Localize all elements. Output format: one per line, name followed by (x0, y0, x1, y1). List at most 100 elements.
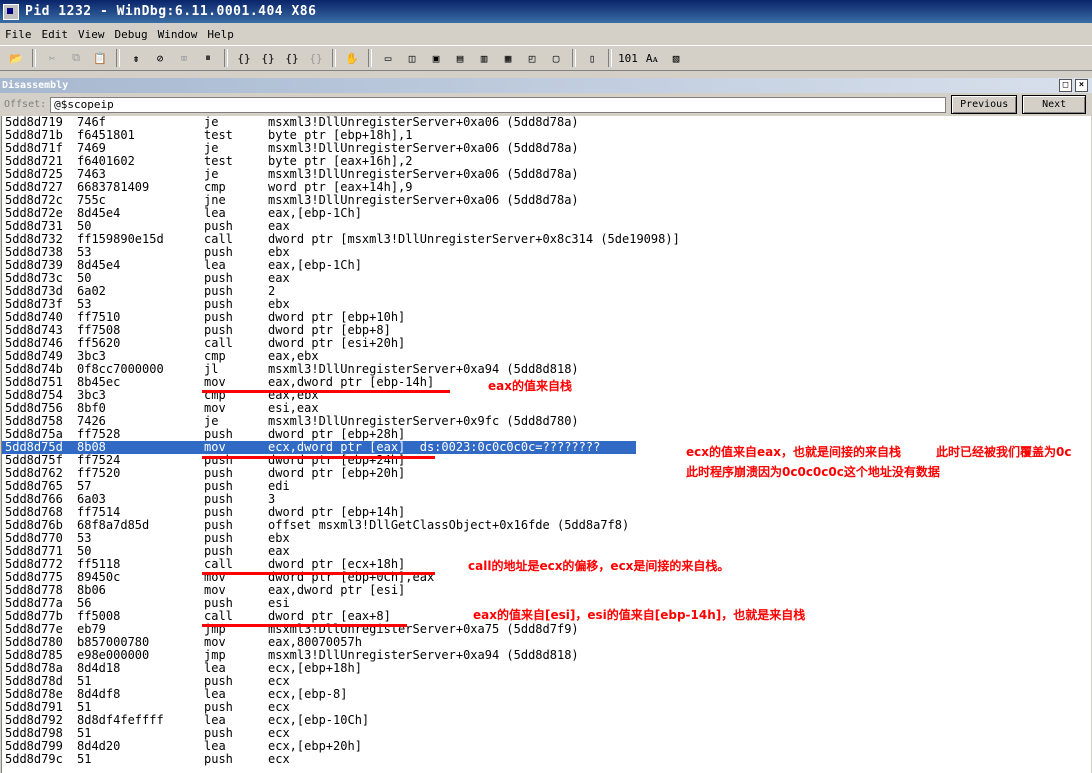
disassembly-line[interactable]: 5dd8d78e 8d4df8 lea ecx,[ebp-8] (2, 688, 1091, 701)
menu-help[interactable]: Help (202, 28, 239, 41)
disassembly-line[interactable]: 5dd8d740 ff7510 push dword ptr [ebp+10h] (2, 311, 1091, 324)
menu-window[interactable]: Window (153, 28, 203, 41)
menu-edit[interactable]: Edit (37, 28, 74, 41)
binary-icon[interactable]: 101 (618, 49, 638, 67)
disassembly-line[interactable]: 5dd8d799 8d4d20 lea ecx,[ebp+20h] (2, 740, 1091, 753)
annotation-note: ecx的值来自eax，也就是间接的来自栈 (686, 445, 901, 459)
options-icon[interactable]: ▧ (666, 49, 686, 67)
disassembly-line[interactable]: 5dd8d79c 51 push ecx (2, 753, 1091, 766)
operands-cell: dword ptr [msxml3!DllUnregisterServer+0x… (268, 232, 680, 246)
menu-bar: File Edit View Debug Window Help (0, 24, 1092, 44)
font-icon[interactable]: Aᴀ (642, 49, 662, 67)
disassembly-line[interactable]: 5dd8d792 8d8df4feffff lea ecx,[ebp-10Ch] (2, 714, 1091, 727)
call-stack-icon[interactable]: ▦ (498, 49, 518, 67)
operands-cell: offset msxml3!DllGetClassObject+0x16fde … (268, 518, 630, 532)
disassembly-line[interactable]: 5dd8d73d 6a02 push 2 (2, 285, 1091, 298)
disassembly-line[interactable]: 5dd8d78a 8d4d18 lea ecx,[ebp+18h] (2, 662, 1091, 675)
registers-icon[interactable]: ▤ (450, 49, 470, 67)
red-underline (202, 572, 435, 575)
annotation-note: 此时程序崩溃因为0c0c0c0c这个地址没有数据 (686, 465, 940, 479)
disassembly-line[interactable]: 5dd8d738 53 push ebx (2, 246, 1091, 259)
stop-debugging-icon[interactable]: ⊘ (150, 49, 170, 67)
disassembly-listing[interactable]: 5dd8d719 746f je msxml3!DllUnregisterServer… (1, 116, 1091, 773)
disassembly-line[interactable]: 5dd8d765 57 push edi (2, 480, 1091, 493)
disassembly-line[interactable]: 5dd8d770 53 push ebx (2, 532, 1091, 545)
toolbar-separator (368, 49, 372, 67)
hand-icon[interactable]: ✋ (342, 49, 362, 67)
disassembly-line[interactable]: 5dd8d732 ff159890e15d call dword ptr [msxml… (2, 233, 1091, 246)
menu-debug[interactable]: Debug (110, 28, 153, 41)
window-title: Pid 1232 - WinDbg:6.11.0001.404 X86 (25, 4, 317, 19)
toolbar-separator (332, 49, 336, 67)
detach-icon[interactable]: ⌧ (174, 49, 194, 67)
locals-icon[interactable]: ▣ (426, 49, 446, 67)
red-underline (202, 456, 435, 459)
cut-icon[interactable]: ✂ (42, 49, 62, 67)
disassembly-line[interactable]: 5dd8d739 8d45e4 lea eax,[ebp-1Ch] (2, 259, 1091, 272)
disassembly-line[interactable]: 5dd8d77e eb79 jmp msxml3!DllUnregisterServe… (2, 623, 1091, 636)
disassembly-line[interactable]: 5dd8d758 7426 je msxml3!DllUnregisterServer… (2, 415, 1091, 428)
mnemonic-cell: push (204, 752, 233, 766)
open-icon[interactable]: 📂 (6, 49, 26, 67)
disassembly-line[interactable]: 5dd8d72c 755c jne msxml3!DllUnregisterServe… (2, 194, 1091, 207)
title-bar: Pid 1232 - WinDbg:6.11.0001.404 X86 (0, 0, 1092, 23)
next-button[interactable]: Next (1022, 95, 1087, 114)
disassembly-line[interactable]: 5dd8d719 746f je msxml3!DllUnregisterServer… (2, 116, 1091, 129)
pane-float-icon[interactable]: □ (1059, 79, 1072, 92)
offset-bar: Offset: @$scopeip Previous Next (0, 94, 1092, 115)
red-underline (202, 624, 407, 627)
disassembly-line[interactable]: 5dd8d73c 50 push eax (2, 272, 1091, 285)
disassembly-line[interactable]: 5dd8d71f 7469 je msxml3!DllUnregisterServer… (2, 142, 1091, 155)
disassembly-line[interactable]: 5dd8d746 ff5620 call dword ptr [esi+20h] (2, 337, 1091, 350)
copy-icon[interactable]: ⧉ (66, 49, 86, 67)
disassembly-line[interactable]: 5dd8d791 51 push ecx (2, 701, 1091, 714)
operands-cell: ecx (268, 752, 290, 766)
annotation-note: call的地址是ecx的偏移，ecx是间接的来自栈。 (468, 559, 730, 573)
paste-icon[interactable]: 📋 (90, 49, 110, 67)
source-mode-icon[interactable]: ▯ (582, 49, 602, 67)
run-to-cursor-icon[interactable]: {} (306, 49, 326, 67)
toolbar: 📂 ✂ ⧉ 📋 ⇟ ⊘ ⌧ ⏸{}{}{}{} ✋ ▭ ◫ ▣ ▤ ▥ ▦ ◰ ▢ ▯ 101 Aᴀ ▧ (0, 45, 1092, 71)
toolbar-separator (32, 49, 36, 67)
selected-disassembly-line[interactable]: 5dd8d75d 8b08 mov ecx,dword ptr [eax] ds:00… (2, 441, 1091, 454)
pane-title: Disassembly (2, 80, 69, 91)
toolbar-separator (572, 49, 576, 67)
menu-file[interactable]: File (0, 28, 37, 41)
menu-view[interactable]: View (73, 28, 110, 41)
step-out-icon[interactable]: {} (282, 49, 302, 67)
command-window-icon[interactable]: ▭ (378, 49, 398, 67)
annotation-note: 此时已经被我们覆盖为0c (936, 445, 1072, 459)
memory-icon[interactable]: ▥ (474, 49, 494, 67)
step-into-icon[interactable]: {} (234, 49, 254, 67)
disassembly-line[interactable]: 5dd8d73f 53 push ebx (2, 298, 1091, 311)
toolbar-separator (224, 49, 228, 67)
disassembly-icon[interactable]: ◰ (522, 49, 542, 67)
disassembly-line[interactable]: 5dd8d766 6a03 push 3 (2, 493, 1091, 506)
watch-icon[interactable]: ◫ (402, 49, 422, 67)
offset-input[interactable]: @$scopeip (50, 96, 947, 113)
restart-icon[interactable]: ⇟ (126, 49, 146, 67)
scratch-pad-icon[interactable]: ▢ (546, 49, 566, 67)
disassembly-line[interactable]: 5dd8d725 7463 je msxml3!DllUnregisterServer… (2, 168, 1091, 181)
windbg-app-icon (3, 3, 19, 20)
break-icon[interactable]: ⏸ (198, 49, 218, 67)
disassembly-line[interactable]: 5dd8d72e 8d45e4 lea eax,[ebp-1Ch] (2, 207, 1091, 220)
pane-close-icon[interactable]: × (1075, 79, 1088, 92)
offset-label: Offset: (4, 99, 47, 110)
disassembly-line[interactable]: 5dd8d798 51 push ecx (2, 727, 1091, 740)
disassembly-line[interactable]: 5dd8d743 ff7508 push dword ptr [ebp+8] (2, 324, 1091, 337)
disassembly-line[interactable]: 5dd8d78d 51 push ecx (2, 675, 1091, 688)
disassembly-line[interactable]: 5dd8d76b 68f8a7d85d push offset msxml3!DllG… (2, 519, 1091, 532)
annotation-note: eax的值来自栈 (488, 379, 572, 393)
previous-button[interactable]: Previous (951, 95, 1018, 114)
disassembly-line[interactable]: 5dd8d74b 0f8cc7000000 jl msxml3!DllUnregist… (2, 363, 1091, 376)
disassembly-pane-header: Disassembly □ × (0, 78, 1092, 93)
annotation-note: eax的值来自[esi]，esi的值来自[ebp-14h]，也就是来自栈 (473, 608, 806, 622)
disassembly-line[interactable]: 5dd8d778 8b06 mov eax,dword ptr [esi] (2, 584, 1091, 597)
toolbar-separator (116, 49, 120, 67)
step-over-icon[interactable]: {} (258, 49, 278, 67)
red-underline (202, 390, 450, 393)
opcode-bytes-cell: 51 (77, 752, 92, 766)
address-cell: 5dd8d79c (5, 752, 63, 766)
disassembly-line[interactable]: 5dd8d785 e98e000000 jmp msxml3!DllUnregiste… (2, 649, 1091, 662)
